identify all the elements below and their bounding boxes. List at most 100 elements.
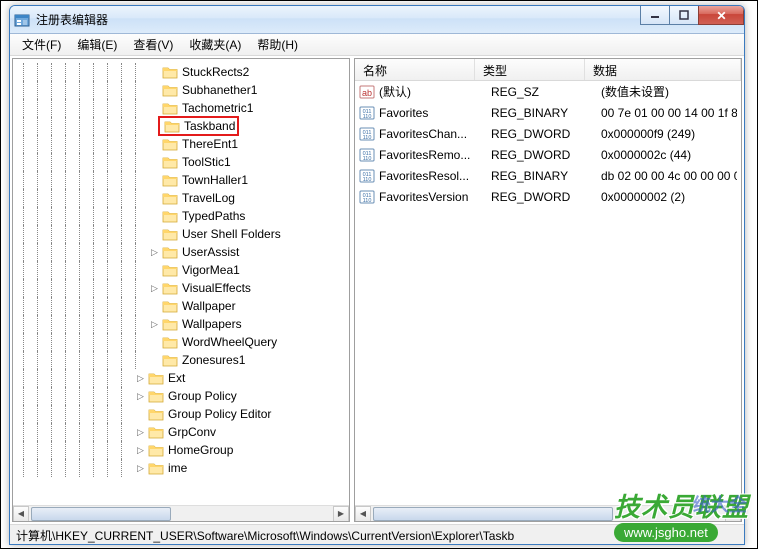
- tree-item[interactable]: ToolStic1: [13, 153, 349, 171]
- value-type: REG_DWORD: [491, 148, 601, 162]
- tree-item[interactable]: ▷VisualEffects: [13, 279, 349, 297]
- tree-label: Tachometric1: [182, 101, 253, 115]
- tree-label: Wallpaper: [182, 299, 236, 313]
- menu-help[interactable]: 帮助(H): [249, 34, 306, 55]
- menubar: 文件(F) 编辑(E) 查看(V) 收藏夹(A) 帮助(H): [10, 34, 744, 56]
- menu-favorites[interactable]: 收藏夹(A): [181, 34, 249, 55]
- expander-icon[interactable]: ▷: [135, 441, 146, 459]
- value-row[interactable]: FavoritesResol...REG_BINARYdb 02 00 00 4…: [355, 165, 741, 186]
- tree-item[interactable]: Zonesures1: [13, 351, 349, 369]
- expander-icon[interactable]: ▷: [149, 315, 160, 333]
- titlebar[interactable]: 注册表编辑器: [10, 6, 744, 34]
- expander-icon[interactable]: ▷: [135, 387, 146, 405]
- folder-icon: [162, 335, 178, 349]
- header-data[interactable]: 数据: [585, 59, 741, 80]
- tree-label: ime: [168, 461, 187, 475]
- expander-icon[interactable]: ▷: [135, 369, 146, 387]
- tree-item[interactable]: ThereEnt1: [13, 135, 349, 153]
- tree-label: Zonesures1: [182, 353, 245, 367]
- value-data: 0x00000002 (2): [601, 190, 737, 204]
- window-controls: [641, 5, 744, 25]
- tree-label: Ext: [168, 371, 185, 385]
- folder-icon: [148, 371, 164, 385]
- folder-icon: [162, 173, 178, 187]
- tree-item[interactable]: ▷ ime: [13, 459, 349, 477]
- window-title: 注册表编辑器: [36, 11, 740, 28]
- header-type[interactable]: 类型: [475, 59, 585, 80]
- menu-edit[interactable]: 编辑(E): [69, 34, 125, 55]
- tree-item[interactable]: Wallpaper: [13, 297, 349, 315]
- scroll-track[interactable]: [371, 506, 725, 522]
- value-row[interactable]: FavoritesVersionREG_DWORD0x00000002 (2): [355, 186, 741, 207]
- list-hscroll[interactable]: ◀ ▶: [355, 505, 741, 521]
- list-header: 名称 类型 数据: [355, 59, 741, 81]
- menu-view[interactable]: 查看(V): [125, 34, 181, 55]
- tree-item[interactable]: VigorMea1: [13, 261, 349, 279]
- tree-item[interactable]: StuckRects2: [13, 63, 349, 81]
- expander-icon[interactable]: ▷: [149, 243, 160, 261]
- scroll-thumb[interactable]: [31, 507, 171, 521]
- folder-icon: [164, 119, 180, 133]
- folder-icon: [162, 65, 178, 79]
- scroll-track[interactable]: [29, 506, 333, 522]
- minimize-button[interactable]: [640, 5, 670, 25]
- expander-icon[interactable]: ▷: [135, 459, 146, 477]
- tree-label: ToolStic1: [182, 155, 231, 169]
- value-list[interactable]: (默认)REG_SZ(数值未设置)FavoritesREG_BINARY00 7…: [355, 81, 741, 207]
- expander-icon[interactable]: ▷: [149, 279, 160, 297]
- expander-icon: [149, 261, 160, 279]
- header-name[interactable]: 名称: [355, 59, 475, 80]
- folder-icon: [162, 137, 178, 151]
- value-row[interactable]: (默认)REG_SZ(数值未设置): [355, 81, 741, 102]
- expander-icon: [149, 297, 160, 315]
- tree-label: Group Policy: [168, 389, 237, 403]
- folder-icon: [162, 299, 178, 313]
- value-row[interactable]: FavoritesRemo...REG_DWORD0x0000002c (44): [355, 144, 741, 165]
- tree-label: WordWheelQuery: [182, 335, 277, 349]
- scroll-thumb[interactable]: [373, 507, 613, 521]
- scroll-right-button[interactable]: ▶: [333, 506, 349, 522]
- scroll-left-button[interactable]: ◀: [355, 506, 371, 522]
- tree-item[interactable]: WordWheelQuery: [13, 333, 349, 351]
- tree-item[interactable]: User Shell Folders: [13, 225, 349, 243]
- expander-icon[interactable]: ▷: [135, 423, 146, 441]
- close-button[interactable]: [698, 5, 744, 25]
- tree-item[interactable]: Subhanether1: [13, 81, 349, 99]
- tree-hscroll[interactable]: ◀ ▶: [13, 505, 349, 521]
- folder-icon: [162, 155, 178, 169]
- status-path: 计算机\HKEY_CURRENT_USER\Software\Microsoft…: [16, 529, 514, 543]
- tree-item[interactable]: ▷ UserAssist: [13, 243, 349, 261]
- expander-icon: [149, 351, 160, 369]
- value-data: db 02 00 00 4c 00 00 00 01: [601, 169, 737, 183]
- folder-icon: [162, 191, 178, 205]
- tree-item[interactable]: ▷HomeGroup: [13, 441, 349, 459]
- tree-item[interactable]: TypedPaths: [13, 207, 349, 225]
- tree-label: UserAssist: [182, 245, 239, 259]
- value-row[interactable]: FavoritesREG_BINARY00 7e 01 00 00 14 00 …: [355, 102, 741, 123]
- tree-item[interactable]: ▷GrpConv: [13, 423, 349, 441]
- expander-icon: [149, 333, 160, 351]
- tree-item[interactable]: ▷ Wallpapers: [13, 315, 349, 333]
- folder-icon: [162, 209, 178, 223]
- scroll-left-button[interactable]: ◀: [13, 506, 29, 522]
- tree-label: Subhanether1: [182, 83, 257, 97]
- string-value-icon: [359, 84, 375, 100]
- regedit-window: 注册表编辑器 文件(F) 编辑(E) 查看(V) 收藏夹(A) 帮助(H) St…: [9, 5, 745, 545]
- folder-icon: [162, 245, 178, 259]
- tree-label: ThereEnt1: [182, 137, 238, 151]
- tree-item[interactable]: TownHaller1: [13, 171, 349, 189]
- tree-item[interactable]: ▷ Ext: [13, 369, 349, 387]
- tree-item[interactable]: Tachometric1: [13, 99, 349, 117]
- tree-item[interactable]: Group Policy Editor: [13, 405, 349, 423]
- value-data: 0x0000002c (44): [601, 148, 737, 162]
- maximize-button[interactable]: [669, 5, 699, 25]
- value-row[interactable]: FavoritesChan...REG_DWORD0x000000f9 (249…: [355, 123, 741, 144]
- tree-item[interactable]: TravelLog: [13, 189, 349, 207]
- registry-tree[interactable]: StuckRects2 Subhanether1 Tachometric1 Taskb…: [13, 59, 349, 481]
- binary-value-icon: [359, 168, 375, 184]
- tree-label: Wallpapers: [182, 317, 242, 331]
- menu-file[interactable]: 文件(F): [14, 34, 69, 55]
- scroll-right-button[interactable]: ▶: [725, 506, 741, 522]
- tree-item[interactable]: ▷ Group Policy: [13, 387, 349, 405]
- tree-item[interactable]: Taskband: [13, 117, 349, 135]
